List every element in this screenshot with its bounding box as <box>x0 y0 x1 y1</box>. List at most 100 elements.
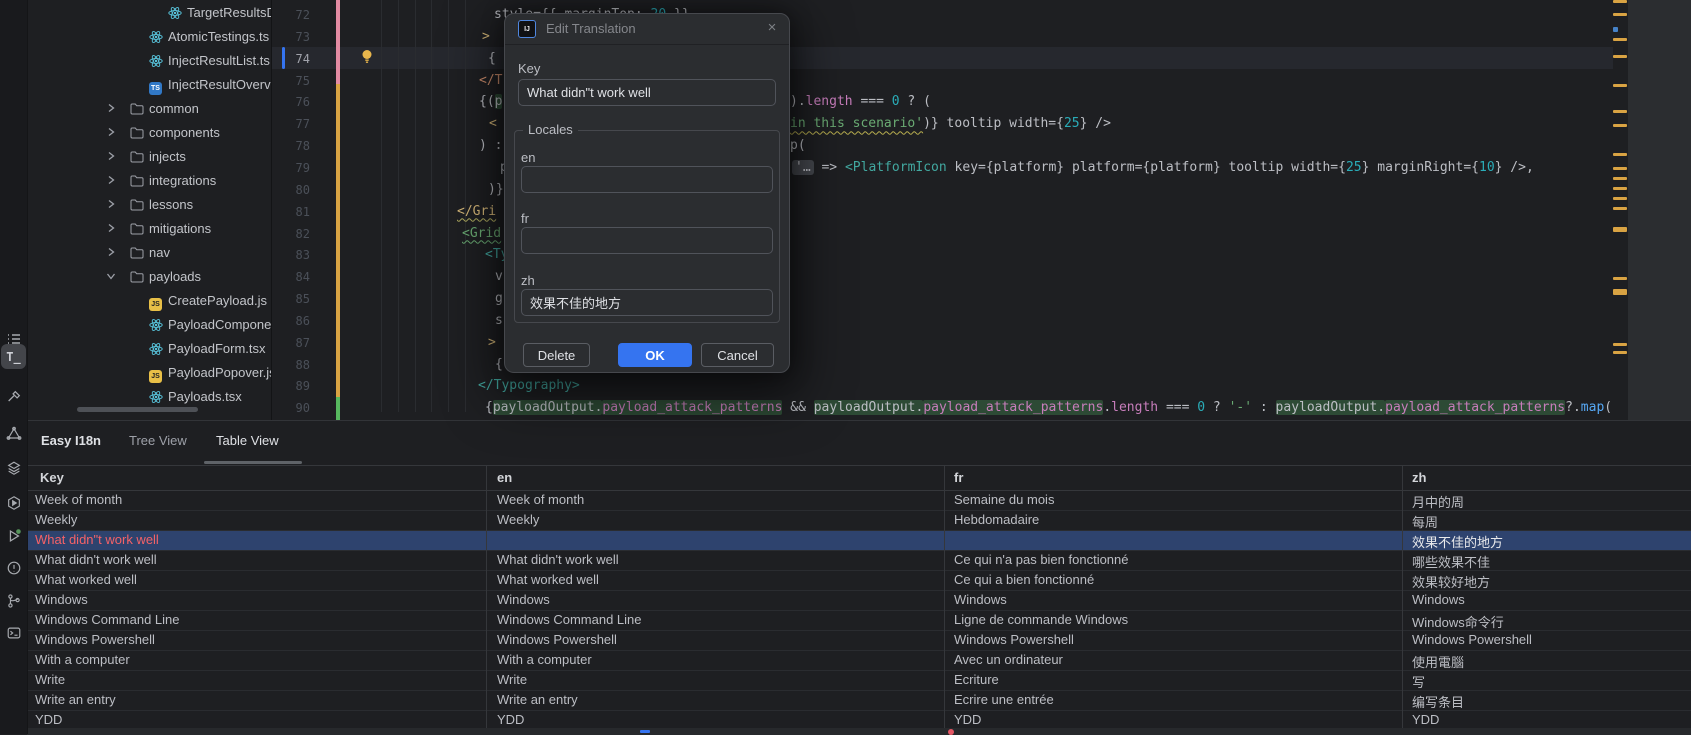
table-cell[interactable]: Windows Powershell <box>497 632 937 647</box>
intention-bulb-icon[interactable] <box>359 48 375 64</box>
tree-item[interactable]: integrations <box>27 170 271 192</box>
table-cell[interactable]: Windows Powershell <box>35 632 480 647</box>
tree-item[interactable]: Payloads.tsx <box>27 386 271 408</box>
table-cell[interactable]: Ce qui n'a pas bien fonctionné <box>954 552 1394 567</box>
tab-table-view[interactable]: Table View <box>216 433 279 448</box>
close-icon[interactable]: × <box>763 19 781 37</box>
table-cell[interactable]: Avec un ordinateur <box>954 652 1394 667</box>
tree-item[interactable]: mitigations <box>27 218 271 240</box>
run-icon[interactable] <box>1 523 26 548</box>
table-cell[interactable]: With a computer <box>35 652 480 667</box>
locale-input-zh[interactable] <box>521 289 773 316</box>
table-cell[interactable]: 效果不佳的地方 <box>1412 532 1687 551</box>
table-cell[interactable]: Windows Command Line <box>497 612 937 627</box>
chevron-down-icon[interactable] <box>105 270 117 282</box>
table-cell[interactable]: Windows <box>954 592 1394 607</box>
tree-item[interactable]: AtomicTestings.ts <box>27 26 271 48</box>
table-cell[interactable]: What worked well <box>35 572 480 587</box>
table-row[interactable]: Write Write Ecriture 写 <box>27 671 1691 691</box>
chevron-right-icon[interactable] <box>105 222 117 234</box>
table-cell[interactable]: 月中的周 <box>1412 492 1687 511</box>
tree-item[interactable]: components <box>27 122 271 144</box>
table-cell[interactable]: 使用電腦 <box>1412 652 1687 671</box>
version-control-icon[interactable] <box>1 588 26 613</box>
table-cell[interactable]: Ce qui a bien fonctionné <box>954 572 1394 587</box>
tree-item[interactable]: lessons <box>27 194 271 216</box>
table-row[interactable]: What worked well What worked well Ce qui a… <box>27 571 1691 591</box>
table-row[interactable]: With a computer With a computer Avec un or… <box>27 651 1691 671</box>
table-cell[interactable]: Ecrire une entrée <box>954 692 1394 707</box>
table-row[interactable]: What didn"t work well 效果不佳的地方 <box>27 531 1691 551</box>
chevron-right-icon[interactable] <box>105 102 117 114</box>
table-cell[interactable]: Write an entry <box>497 692 937 707</box>
table-row[interactable]: YDD YDD YDD YDD <box>27 711 1691 728</box>
chevron-right-icon[interactable] <box>105 150 117 162</box>
ok-button[interactable]: OK <box>618 343 692 367</box>
table-row[interactable]: WindowsWindowsWindowsWindows <box>27 591 1691 611</box>
table-cell[interactable]: YDD <box>35 712 480 727</box>
chevron-right-icon[interactable] <box>105 198 117 210</box>
table-cell[interactable]: What worked well <box>497 572 937 587</box>
table-row[interactable]: Windows Command Line Windows Command Line… <box>27 611 1691 631</box>
services-icon[interactable] <box>1 490 26 515</box>
locale-input-fr[interactable] <box>521 227 773 254</box>
table-cell[interactable]: Weekly <box>35 512 480 527</box>
tree-item[interactable]: TSInjectResultOvervi <box>27 74 271 96</box>
table-cell[interactable]: What didn"t work well <box>35 532 480 547</box>
table-row[interactable]: What didn't work well What didn't work we… <box>27 551 1691 571</box>
tree-item[interactable]: PayloadForm.tsx <box>27 338 271 360</box>
table-cell[interactable]: Week of month <box>497 492 937 507</box>
column-header-zh[interactable]: zh <box>1412 470 1426 485</box>
table-cell[interactable]: Windows Powershell <box>954 632 1394 647</box>
table-cell[interactable]: Weekly <box>497 512 937 527</box>
table-cell[interactable]: Windows <box>35 592 480 607</box>
table-cell[interactable]: Windows命令行 <box>1412 612 1687 631</box>
column-header-fr[interactable]: fr <box>954 470 963 485</box>
table-cell[interactable]: Write <box>497 672 937 687</box>
dialog-titlebar[interactable]: IJ Edit Translation × <box>505 14 789 45</box>
table-cell[interactable]: Windows Powershell <box>1412 632 1687 647</box>
table-cell[interactable]: Semaine du mois <box>954 492 1394 507</box>
table-cell[interactable]: 哪些效果不佳 <box>1412 552 1687 571</box>
table-cell[interactable]: What didn't work well <box>35 552 480 567</box>
cancel-button[interactable]: Cancel <box>701 343 774 367</box>
column-header-key[interactable]: Key <box>40 470 64 485</box>
tree-item[interactable]: InjectResultList.ts <box>27 50 271 72</box>
table-cell[interactable]: YDD <box>497 712 937 727</box>
table-cell[interactable]: Windows Command Line <box>35 612 480 627</box>
table-cell[interactable]: With a computer <box>497 652 937 667</box>
table-cell[interactable]: Write an entry <box>35 692 480 707</box>
tab-tree-view[interactable]: Tree View <box>129 433 187 448</box>
tree-item[interactable]: TargetResultsD <box>27 2 271 24</box>
chevron-right-icon[interactable] <box>105 126 117 138</box>
table-cell[interactable]: YDD <box>1412 712 1687 727</box>
terminal-icon[interactable] <box>1 620 26 645</box>
tree-item[interactable]: payloads <box>27 266 271 288</box>
table-row[interactable]: Weekly Weekly Hebdomadaire 每周 <box>27 511 1691 531</box>
table-row[interactable]: Windows Powershell Windows Powershell Wind… <box>27 631 1691 651</box>
table-cell[interactable]: Hebdomadaire <box>954 512 1394 527</box>
table-cell[interactable]: YDD <box>954 712 1394 727</box>
locale-input-en[interactable] <box>521 166 773 193</box>
table-row[interactable]: Write an entry Write an entry Ecrire une e… <box>27 691 1691 711</box>
translation-icon[interactable]: T_ <box>1 344 26 369</box>
table-cell[interactable]: Week of month <box>35 492 480 507</box>
tree-item[interactable]: injects <box>27 146 271 168</box>
table-cell[interactable]: 效果较好地方 <box>1412 572 1687 591</box>
chevron-right-icon[interactable] <box>105 174 117 186</box>
table-cell[interactable]: Write <box>35 672 480 687</box>
tree-item[interactable]: JSCreatePayload.js <box>27 290 271 312</box>
column-header-en[interactable]: en <box>497 470 512 485</box>
table-cell[interactable]: 每周 <box>1412 512 1687 531</box>
table-cell[interactable]: 写 <box>1412 672 1687 691</box>
table-cell[interactable]: What didn't work well <box>497 552 937 567</box>
tree-item[interactable]: common <box>27 98 271 120</box>
delete-button[interactable]: Delete <box>523 343 590 367</box>
build-hammer-icon[interactable] <box>1 384 26 409</box>
key-input[interactable] <box>518 79 776 106</box>
tree-item[interactable]: JSPayloadPopover.js <box>27 362 271 384</box>
error-stripe[interactable] <box>1613 0 1628 420</box>
table-cell[interactable]: Ecriture <box>954 672 1394 687</box>
chevron-right-icon[interactable] <box>105 246 117 258</box>
tree-item[interactable]: nav <box>27 242 271 264</box>
